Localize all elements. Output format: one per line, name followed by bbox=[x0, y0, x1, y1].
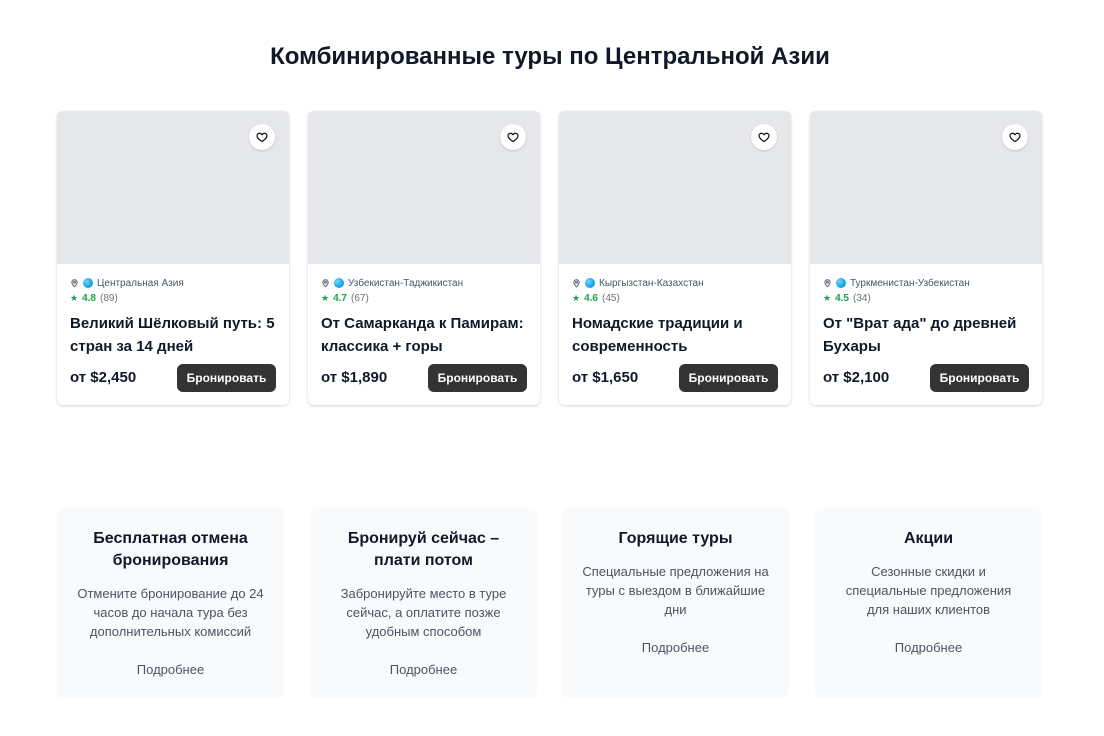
feature-description: Специальные предложения на туры с выездо… bbox=[582, 564, 769, 617]
heart-icon bbox=[1009, 132, 1021, 143]
feature-description: Забронируйте место в туре сейчас, а опла… bbox=[340, 586, 507, 639]
review-count: (67) bbox=[350, 293, 369, 304]
globe-icon bbox=[585, 278, 595, 288]
tour-price: от $1,650 bbox=[572, 369, 639, 386]
tour-location: Туркменистан-Узбекистан bbox=[823, 277, 970, 289]
review-count: (45) bbox=[601, 293, 620, 304]
tour-card[interactable]: Кыргызстан-Казахстан ★ 4.6 (45) Номадски… bbox=[559, 111, 791, 405]
map-pin-icon bbox=[824, 279, 831, 288]
feature-card-promotions: Акции Сезонные скидки и специальные пред… bbox=[815, 508, 1042, 698]
tour-location: Центральная Азия bbox=[70, 277, 184, 289]
favorite-button[interactable] bbox=[1002, 124, 1028, 150]
heart-icon bbox=[758, 132, 770, 143]
tour-rating: ★ 4.5 (34) bbox=[823, 293, 871, 304]
feature-more-link[interactable]: Подробнее bbox=[562, 640, 789, 655]
feature-card-free-cancellation: Бесплатная отмена бронирования Отмените … bbox=[57, 508, 284, 698]
review-count: (89) bbox=[99, 293, 118, 304]
rating-score: 4.8 bbox=[82, 293, 96, 304]
star-icon: ★ bbox=[70, 293, 79, 303]
tour-price: от $2,100 bbox=[823, 369, 890, 386]
heart-icon bbox=[507, 132, 519, 143]
feature-more-link[interactable]: Подробнее bbox=[310, 662, 537, 677]
tour-price: от $2,450 bbox=[70, 369, 137, 386]
tour-name[interactable]: Великий Шёлковый путь: 5 стран за 14 дне… bbox=[70, 312, 280, 358]
star-icon: ★ bbox=[572, 293, 581, 303]
tour-location-text: Кыргызстан-Казахстан bbox=[599, 277, 704, 289]
tour-card[interactable]: Центральная Азия ★ 4.8 (89) Великий Шёлк… bbox=[57, 111, 289, 405]
tour-location: Узбекистан-Таджикистан bbox=[321, 277, 463, 289]
globe-icon bbox=[83, 278, 93, 288]
book-button[interactable]: Бронировать bbox=[930, 364, 1029, 392]
book-button[interactable]: Бронировать bbox=[428, 364, 527, 392]
map-pin-icon bbox=[322, 279, 329, 288]
favorite-button[interactable] bbox=[249, 124, 275, 150]
feature-description: Отмените бронирование до 24 часов до нач… bbox=[77, 586, 264, 639]
feature-description: Сезонные скидки и специальные предложени… bbox=[845, 564, 1012, 617]
page-title: Комбинированные туры по Центральной Азии bbox=[270, 43, 830, 70]
tour-name[interactable]: Номадские традиции и современность bbox=[572, 312, 782, 358]
book-button[interactable]: Бронировать bbox=[679, 364, 778, 392]
heart-icon bbox=[256, 132, 268, 143]
feature-title: Бесплатная отмена бронирования bbox=[93, 530, 248, 569]
tour-name[interactable]: От "Врат ада" до древней Бухары bbox=[823, 312, 1033, 358]
favorite-button[interactable] bbox=[500, 124, 526, 150]
globe-icon bbox=[334, 278, 344, 288]
tour-location-text: Узбекистан-Таджикистан bbox=[348, 277, 464, 289]
tour-rating: ★ 4.6 (45) bbox=[572, 293, 620, 304]
tour-name[interactable]: От Самарканда к Памирам: классика + горы bbox=[321, 312, 531, 358]
tour-card[interactable]: Туркменистан-Узбекистан ★ 4.5 (34) От "В… bbox=[810, 111, 1042, 405]
tour-location-text: Туркменистан-Узбекистан bbox=[850, 277, 970, 289]
star-icon: ★ bbox=[823, 293, 832, 303]
feature-title: Горящие туры bbox=[618, 530, 733, 547]
tour-rating: ★ 4.8 (89) bbox=[70, 293, 118, 304]
feature-title: Акции bbox=[903, 530, 954, 547]
rating-score: 4.7 bbox=[333, 293, 347, 304]
rating-score: 4.5 bbox=[835, 293, 849, 304]
tour-location: Кыргызстан-Казахстан bbox=[572, 277, 704, 289]
map-pin-icon bbox=[573, 279, 580, 288]
feature-card-book-now-pay-later: Бронируй сейчас – плати потом Забронируй… bbox=[310, 508, 537, 698]
book-button[interactable]: Бронировать bbox=[177, 364, 276, 392]
tour-rating: ★ 4.7 (67) bbox=[321, 293, 369, 304]
feature-title: Бронируй сейчас – плати потом bbox=[347, 530, 500, 569]
feature-card-hot-tours: Горящие туры Специальные предложения на … bbox=[562, 508, 789, 698]
tour-price: от $1,890 bbox=[321, 369, 388, 386]
star-icon: ★ bbox=[321, 293, 330, 303]
tour-location-text: Центральная Азия bbox=[97, 277, 184, 289]
feature-more-link[interactable]: Подробнее bbox=[815, 640, 1042, 655]
review-count: (34) bbox=[852, 293, 871, 304]
favorite-button[interactable] bbox=[751, 124, 777, 150]
feature-more-link[interactable]: Подробнее bbox=[57, 662, 284, 677]
rating-score: 4.6 bbox=[584, 293, 598, 304]
tour-card[interactable]: Узбекистан-Таджикистан ★ 4.7 (67) От Сам… bbox=[308, 111, 540, 405]
globe-icon bbox=[836, 278, 846, 288]
map-pin-icon bbox=[71, 279, 78, 288]
